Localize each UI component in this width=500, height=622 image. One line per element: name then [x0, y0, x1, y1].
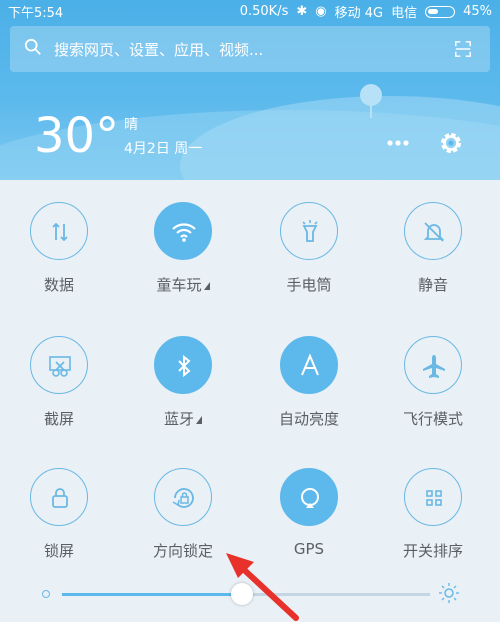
network-speed: 0.50K/s — [239, 4, 289, 19]
toggle-lock-screen[interactable]: 锁屏 — [0, 468, 120, 578]
toggle-sort-switches[interactable]: 开关排序 — [374, 468, 494, 578]
bell-mute-icon — [404, 202, 462, 260]
wifi-status-icon: ◉ — [315, 4, 327, 19]
toggle-label: 静音 — [417, 276, 448, 294]
grid-icon — [404, 468, 462, 526]
toggle-label: 蓝牙 — [163, 410, 194, 428]
status-bar: 下午5:54 0.50K/s ✱ ◉ 移动 4G 电信 45% — [0, 0, 500, 22]
carrier-2: 电信 — [391, 6, 418, 21]
search-placeholder: 搜索网页、设置、应用、视频... — [54, 41, 264, 59]
weather-temperature: 30° — [34, 108, 120, 164]
data-arrows-icon — [30, 202, 88, 260]
toggle-bluetooth[interactable]: 蓝牙 — [124, 336, 244, 446]
toggle-label: 童车玩 — [156, 276, 202, 294]
toggle-label: 方向锁定 — [152, 542, 213, 560]
airplane-icon — [404, 336, 462, 394]
wifi-icon — [154, 202, 212, 260]
toggle-label: 数据 — [43, 276, 74, 294]
toggle-label: 开关排序 — [402, 542, 463, 560]
scan-icon[interactable] — [454, 40, 472, 58]
gear-icon[interactable] — [438, 130, 464, 156]
toggle-wifi[interactable]: 童车玩 — [124, 202, 244, 312]
status-time: 下午5:54 — [8, 6, 64, 21]
expand-caret-icon — [203, 282, 210, 290]
carrier-1: 移动 4G — [334, 6, 384, 21]
gps-icon — [280, 468, 338, 526]
toggle-auto-brightness[interactable]: 自动亮度 — [250, 336, 370, 446]
toggle-label: 飞行模式 — [402, 410, 463, 428]
more-icon[interactable] — [383, 133, 413, 153]
toggle-label: GPS — [293, 540, 325, 558]
toggle-mute[interactable]: 静音 — [374, 202, 494, 312]
auto-brightness-icon — [280, 336, 338, 394]
rotation-lock-icon — [154, 468, 212, 526]
lock-icon — [30, 468, 88, 526]
toggle-gps[interactable]: GPS — [250, 468, 370, 578]
toggle-screenshot[interactable]: 截屏 — [0, 336, 120, 446]
toggle-rotation-lock[interactable]: 方向锁定 — [124, 468, 244, 578]
bluetooth-status-icon: ✱ — [296, 4, 308, 19]
toggle-label: 截屏 — [43, 410, 74, 428]
bluetooth-icon — [154, 336, 212, 394]
battery-icon — [425, 5, 456, 18]
toggle-label: 手电筒 — [286, 276, 332, 294]
tree-illustration — [360, 84, 382, 106]
flashlight-icon — [280, 202, 338, 260]
toggle-label: 锁屏 — [43, 542, 74, 560]
weather-date: 4月2日 周一 — [124, 141, 203, 157]
expand-caret-icon — [196, 416, 202, 424]
toggle-label: 自动亮度 — [278, 410, 339, 428]
toggle-airplane[interactable]: 飞行模式 — [374, 336, 494, 446]
notification-header: 下午5:54 0.50K/s ✱ ◉ 移动 4G 电信 45% 搜索网页、设置、… — [0, 0, 500, 180]
brightness-fill — [62, 593, 243, 596]
brightness-low-icon — [42, 590, 50, 598]
toggle-flashlight[interactable]: 手电筒 — [250, 202, 370, 312]
search-icon — [24, 38, 41, 55]
search-bar[interactable]: 搜索网页、设置、应用、视频... — [10, 26, 490, 72]
brightness-high-icon — [439, 583, 459, 603]
brightness-slider-thumb[interactable] — [231, 583, 254, 605]
toggle-data[interactable]: 数据 — [0, 202, 120, 312]
battery-percent: 45% — [463, 4, 492, 19]
scissors-icon — [30, 336, 88, 394]
weather-condition: 晴 — [124, 117, 138, 133]
